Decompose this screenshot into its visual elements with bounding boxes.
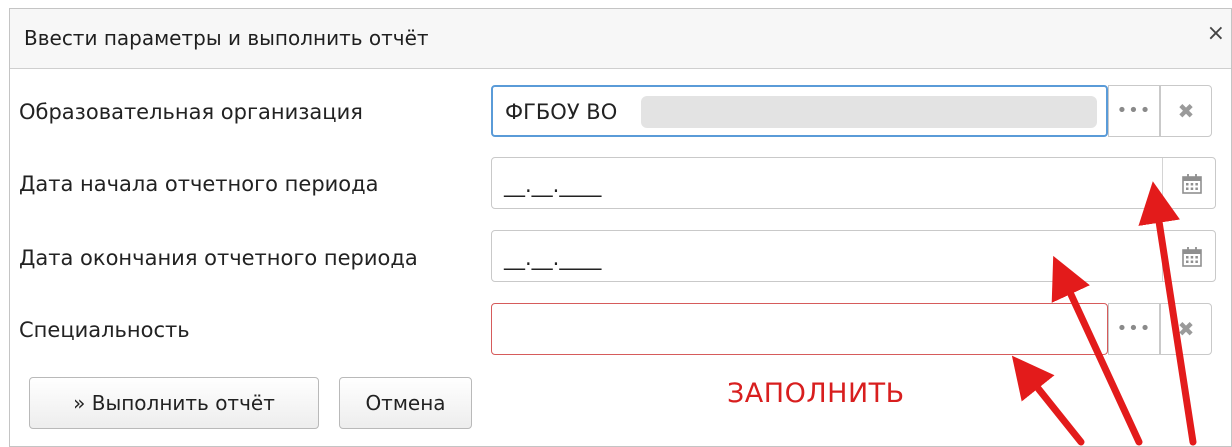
arrow-to-end-date — [1051, 255, 1143, 446]
arrow-to-specialty — [1011, 355, 1085, 446]
annotation-arrows — [1011, 181, 1197, 446]
arrow-to-start-date — [1138, 181, 1197, 446]
